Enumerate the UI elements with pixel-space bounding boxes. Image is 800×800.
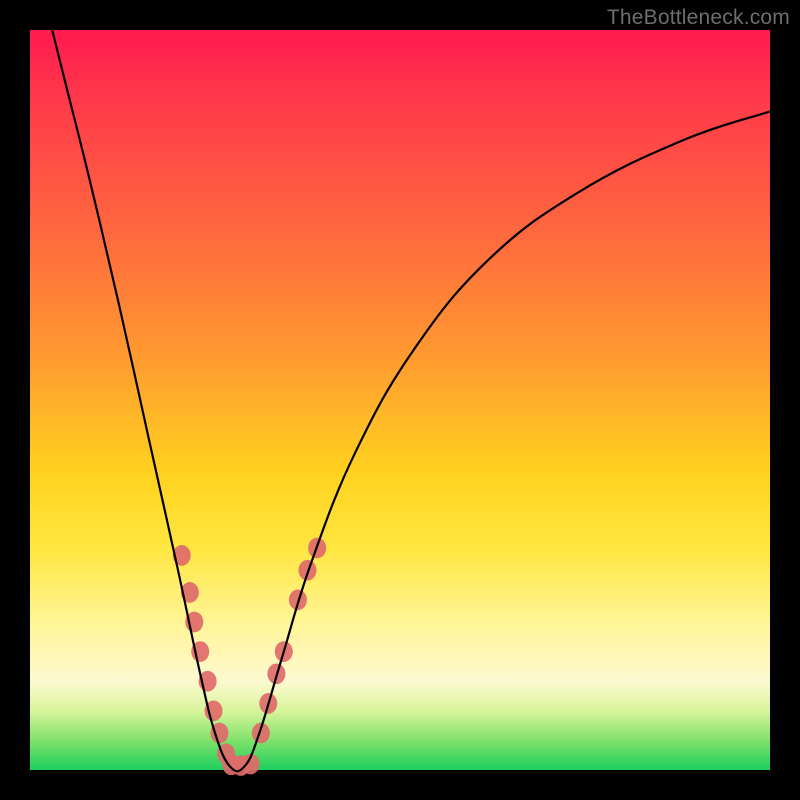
chart-plot-area [30, 30, 770, 770]
chart-frame: TheBottleneck.com [0, 0, 800, 800]
chart-svg [30, 30, 770, 770]
watermark-text: TheBottleneck.com [607, 6, 790, 30]
bottleneck-curve [52, 30, 770, 771]
